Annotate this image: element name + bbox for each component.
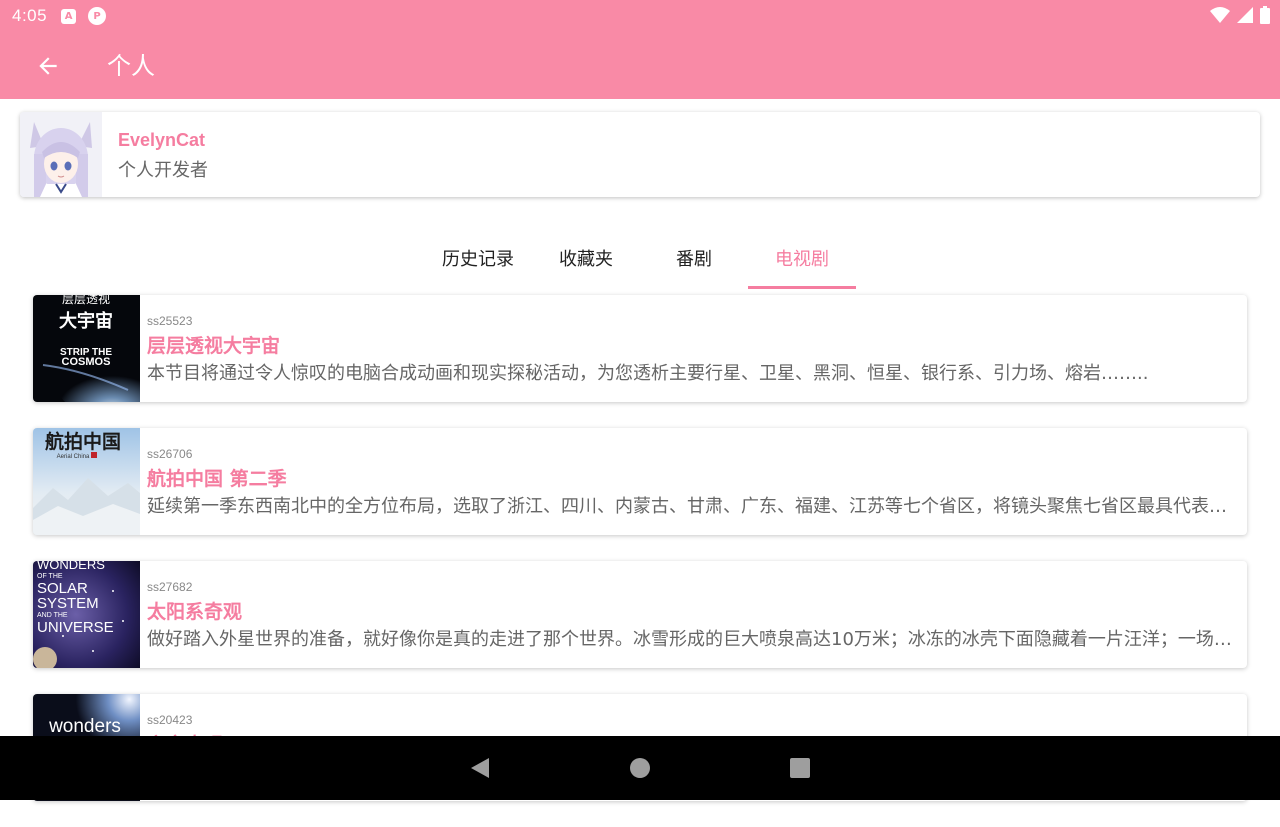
item-description: 本节目将通过令人惊叹的电脑合成动画和现实探秘活动，为您透析主要行星、卫星、黑洞、…: [147, 363, 1149, 384]
cover-title-line: SYSTEM: [37, 595, 99, 612]
nav-recents-button[interactable]: [780, 748, 820, 788]
list-item[interactable]: 层层透视 大宇宙 STRIP THE COSMOS ss25523 层层透视大宇…: [33, 295, 1247, 402]
cover-title-line: AND THE: [37, 612, 68, 619]
item-description: 做好踏入外星世界的准备，就好像你是真的走进了那个世界。冰雪形成的巨大喷泉高达10…: [147, 629, 1243, 650]
arrow-left-icon: [39, 57, 57, 75]
profile-role: 个人开发者: [118, 160, 208, 181]
wifi-icon: [1210, 7, 1230, 23]
status-bar: 4:05 A P: [0, 0, 1280, 32]
cover-image: 层层透视 大宇宙 STRIP THE COSMOS: [33, 295, 140, 402]
nav-back-button[interactable]: [460, 748, 500, 788]
battery-icon: [1260, 6, 1270, 24]
item-id: ss27682: [147, 580, 193, 594]
navigation-bar: [0, 736, 1280, 800]
tab-anime[interactable]: 番剧: [640, 227, 748, 289]
tab-history[interactable]: 历史记录: [424, 227, 532, 289]
item-id: ss26706: [147, 447, 193, 461]
item-title: 层层透视大宇宙: [147, 335, 281, 357]
cover-title-line: COSMOS: [62, 356, 111, 368]
p-icon: P: [88, 7, 107, 25]
tab-favorites[interactable]: 收藏夹: [532, 227, 640, 289]
cover-title-line: WONDERS: [37, 561, 105, 572]
item-description: 延续第一季东西南北中的全方位布局，选取了浙江、四川、内蒙古、甘肃、广东、福建、江…: [147, 496, 1243, 517]
item-title: 太阳系奇观: [147, 601, 243, 623]
circle-home-icon: [630, 758, 650, 778]
nav-home-button[interactable]: [620, 748, 660, 788]
a-icon: A: [61, 8, 77, 24]
item-title: 航拍中国 第二季: [147, 468, 287, 490]
tab-tv-series[interactable]: 电视剧: [748, 227, 856, 289]
list-item[interactable]: WONDERS OF THE SOLAR SYSTEM AND THE UNIV…: [33, 561, 1247, 668]
cover-title-line: UNIVERSE: [37, 619, 114, 636]
cover-title-line: wonders: [48, 716, 121, 737]
cover-image: 航拍中国 Aerial China: [33, 428, 140, 535]
cover-title-line: 航拍中国: [45, 430, 121, 453]
profile-name: EvelynCat: [118, 130, 206, 150]
page-title: 个人: [107, 52, 155, 80]
cover-title-line: 层层透视: [62, 295, 110, 306]
square-recents-icon: [790, 758, 810, 778]
list-item[interactable]: 航拍中国 Aerial China ss26706 航拍中国 第二季 延续第一季…: [33, 428, 1247, 535]
cover-image: WONDERS OF THE SOLAR SYSTEM AND THE UNIV…: [33, 561, 140, 668]
cover-title-line: 大宇宙: [59, 310, 113, 332]
cover-title-line: OF THE: [37, 573, 63, 580]
app-bar: 个人: [0, 32, 1280, 99]
status-right-icons: [1210, 6, 1270, 24]
item-id: ss20423: [147, 713, 193, 727]
profile-card[interactable]: EvelynCat 个人开发者: [20, 112, 1260, 197]
cover-title-line: Aerial China: [57, 454, 90, 460]
tab-bar: 历史记录 收藏夹 番剧 电视剧: [424, 227, 856, 291]
status-time: 4:05: [12, 6, 48, 25]
triangle-back-icon: [471, 758, 489, 778]
item-id: ss25523: [147, 314, 193, 328]
signal-icon: [1237, 7, 1253, 23]
back-button[interactable]: [28, 46, 68, 86]
avatar: [20, 112, 102, 197]
